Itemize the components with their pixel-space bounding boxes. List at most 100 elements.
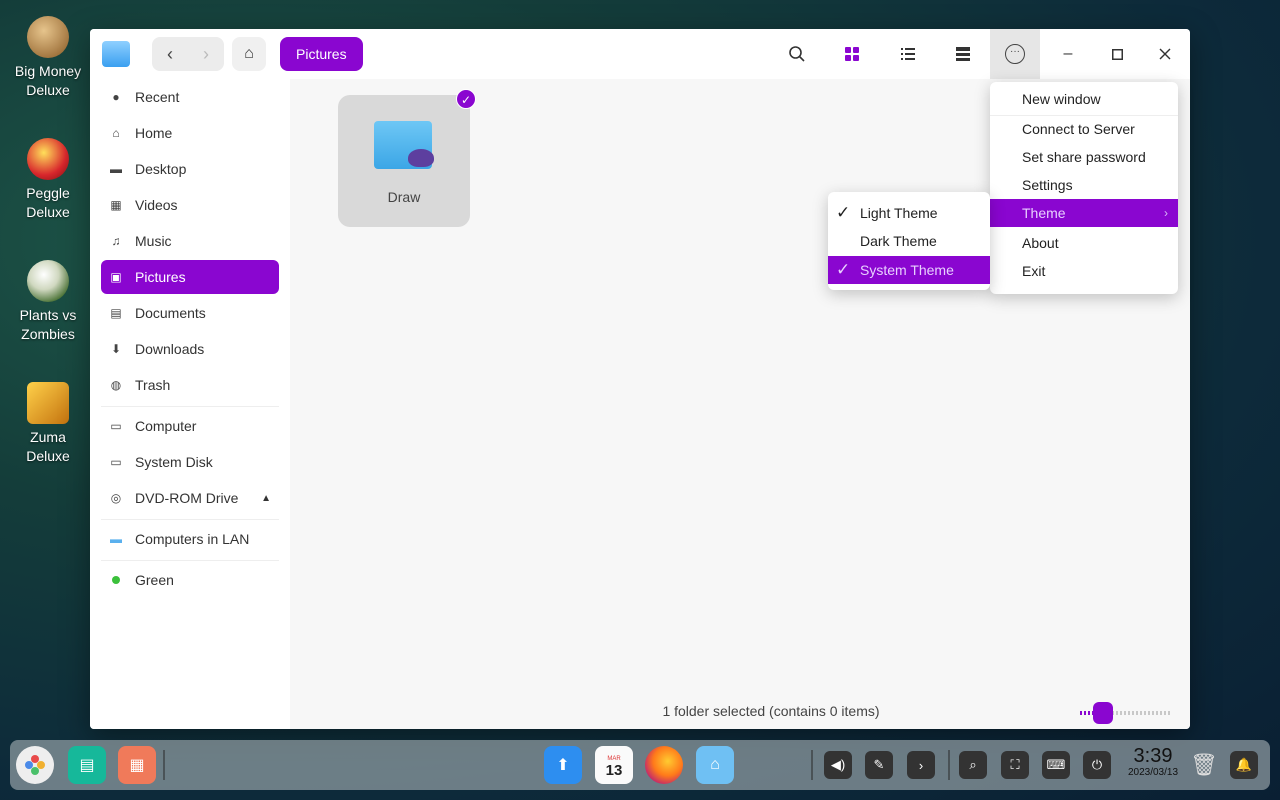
- main-menu: New window Connect to Server Set share p…: [990, 82, 1178, 294]
- sidebar-item-trash[interactable]: ◍ Trash: [101, 368, 279, 402]
- file-manager-dock-button[interactable]: ⌂: [696, 746, 734, 784]
- menu-item-exit[interactable]: Exit: [990, 257, 1178, 285]
- sidebar-item-label: System Disk: [135, 454, 213, 470]
- menu-item-label: Light Theme: [860, 205, 938, 221]
- disk-icon: ▭: [110, 455, 122, 469]
- dock: ▤ ▦ ⬆ MAR 13 ⌂ ◀) ✎ › ⌕ ⛶ ⌨ ⏻ 3:39 2023/…: [10, 740, 1270, 790]
- desktop-icon-zuma[interactable]: Zuma Deluxe: [8, 382, 88, 466]
- sidebar-item-label: Videos: [135, 197, 178, 213]
- sidebar-item-desktop[interactable]: ▬ Desktop: [101, 152, 279, 186]
- folder-icon: ⌂: [710, 756, 720, 773]
- close-icon: [1159, 48, 1171, 60]
- trash-dock-button[interactable]: 🗑: [1185, 746, 1223, 784]
- volume-button[interactable]: ◀): [824, 751, 852, 779]
- sidebar-item-documents[interactable]: ▤ Documents: [101, 296, 279, 330]
- menu-item-settings[interactable]: Settings: [990, 171, 1178, 199]
- close-button[interactable]: [1148, 37, 1182, 71]
- maximize-button[interactable]: [1100, 37, 1134, 71]
- flower-icon: [27, 260, 69, 302]
- zoom-slider[interactable]: [1080, 702, 1172, 724]
- screenshot-icon: ⛶: [1010, 757, 1020, 772]
- file-item-draw[interactable]: Draw: [338, 95, 470, 227]
- home-crumb-button[interactable]: ⌂: [232, 37, 266, 71]
- dock-divider: [163, 750, 165, 780]
- trash-icon: 🗑: [1190, 752, 1218, 777]
- list-view-button[interactable]: [891, 37, 925, 71]
- sidebar: ● Recent ⌂ Home ▬ Desktop ▦ Videos ♫ Music ▣ P…: [90, 79, 290, 729]
- bell-icon: 🔔: [1235, 757, 1253, 772]
- launcher-button[interactable]: [16, 746, 54, 784]
- minimize-button[interactable]: –: [1051, 37, 1085, 71]
- maximize-icon: [1111, 48, 1123, 60]
- check-icon: ✓: [836, 260, 851, 279]
- sidebar-item-label: DVD-ROM Drive: [135, 490, 239, 506]
- icon-view-button[interactable]: [835, 37, 869, 71]
- launcher-icon: [25, 755, 45, 775]
- desktop-icon-big-money[interactable]: Big Money Deluxe: [8, 16, 88, 100]
- eject-icon[interactable]: ▲: [261, 493, 271, 504]
- preview-pane-icon: [956, 47, 970, 61]
- multitasking-view-button[interactable]: ▤: [68, 746, 106, 784]
- sidebar-item-recent[interactable]: ● Recent: [101, 80, 279, 114]
- notification-button[interactable]: 🔔: [1230, 751, 1258, 779]
- pen-button[interactable]: ✎: [865, 751, 893, 779]
- trash-icon: ◍: [110, 378, 122, 392]
- menu-item-about[interactable]: About: [990, 229, 1178, 257]
- sidebar-item-videos[interactable]: ▦ Videos: [101, 188, 279, 222]
- menu-item-theme[interactable]: Theme ›: [990, 199, 1178, 227]
- sidebar-item-dvd-rom[interactable]: ◎ DVD-ROM Drive ▲: [101, 481, 279, 515]
- sidebar-item-label: Documents: [135, 305, 206, 321]
- app-store-button[interactable]: ⬆: [544, 746, 582, 784]
- detail-view-button[interactable]: [946, 37, 980, 71]
- menu-item-label: Theme: [1022, 205, 1066, 221]
- sidebar-item-computer[interactable]: ▭ Computer: [101, 409, 279, 443]
- paint-brush-icon: [408, 149, 434, 167]
- sidebar-item-computers-in-lan[interactable]: ▬ Computers in LAN: [101, 522, 279, 556]
- search-tray-button[interactable]: ⌕: [959, 751, 987, 779]
- menu-item-connect-to-server[interactable]: Connect to Server: [990, 115, 1178, 143]
- minimize-icon: –: [1063, 45, 1073, 62]
- menu-item-dark-theme[interactable]: Dark Theme: [828, 227, 990, 255]
- power-button[interactable]: ⏻: [1083, 751, 1111, 779]
- check-icon: ✓: [836, 203, 851, 222]
- home-icon: ⌂: [112, 126, 120, 140]
- breadcrumb-current[interactable]: Pictures: [280, 37, 363, 71]
- multitasking-icon: ▤: [79, 757, 95, 774]
- calendar-day: 13: [605, 762, 623, 779]
- screenshot-button[interactable]: ⛶: [1001, 751, 1029, 779]
- sidebar-item-label: Music: [135, 233, 172, 249]
- desktop-icon-peggle[interactable]: Peggle Deluxe: [8, 138, 88, 222]
- volume-icon: ◀): [830, 757, 846, 772]
- sidebar-item-system-disk[interactable]: ▭ System Disk: [101, 445, 279, 479]
- menu-item-system-theme[interactable]: ✓ System Theme: [828, 256, 990, 284]
- menu-item-light-theme[interactable]: ✓ Light Theme: [828, 199, 990, 227]
- forward-button[interactable]: ›: [188, 37, 224, 71]
- app-grid-button[interactable]: ▦: [118, 746, 156, 784]
- sidebar-item-downloads[interactable]: ⬇ Downloads: [101, 332, 279, 366]
- menu-item-label: System Theme: [860, 262, 954, 278]
- firefox-button[interactable]: [645, 746, 683, 784]
- sidebar-item-green-tag[interactable]: Green: [101, 563, 279, 597]
- sidebar-divider: [101, 519, 279, 520]
- menu-item-set-share-password[interactable]: Set share password: [990, 143, 1178, 171]
- main-menu-button[interactable]: ···: [990, 29, 1040, 79]
- zoom-slider-thumb[interactable]: [1093, 702, 1113, 724]
- sidebar-item-music[interactable]: ♫ Music: [101, 224, 279, 258]
- network-icon: ▬: [110, 532, 122, 546]
- home-icon: ⌂: [244, 45, 254, 62]
- sidebar-item-pictures[interactable]: ▣ Pictures: [101, 260, 279, 294]
- sidebar-item-home[interactable]: ⌂ Home: [101, 116, 279, 150]
- video-icon: ▦: [110, 198, 122, 212]
- sidebar-item-label: Home: [135, 125, 173, 141]
- menu-item-label: Dark Theme: [860, 233, 937, 249]
- back-button[interactable]: ‹: [152, 37, 188, 71]
- tray-expand-button[interactable]: ›: [907, 751, 935, 779]
- keyboard-button[interactable]: ⌨: [1042, 751, 1070, 779]
- desktop-icon-plants-vs-zombies[interactable]: Plants vs Zombies: [8, 260, 88, 344]
- menu-item-new-window[interactable]: New window: [990, 85, 1178, 113]
- search-button[interactable]: [780, 37, 814, 71]
- sidebar-item-label: Trash: [135, 377, 171, 393]
- clock[interactable]: 3:39 2023/03/13: [1120, 745, 1186, 779]
- sidebar-item-label: Computers in LAN: [135, 531, 250, 547]
- calendar-button[interactable]: MAR 13: [595, 746, 633, 784]
